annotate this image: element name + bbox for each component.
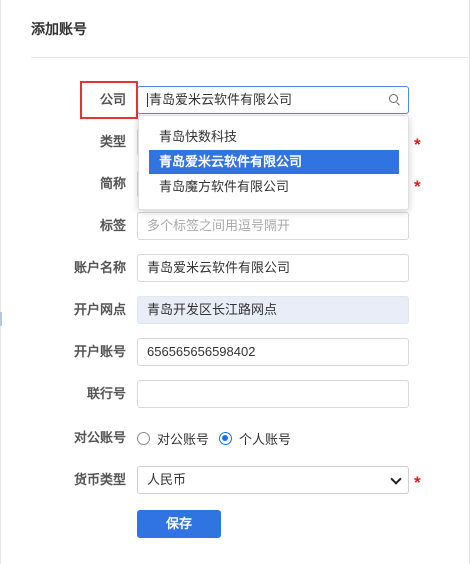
account-name-label: 账户名称 [73, 260, 126, 275]
branch-field[interactable]: 青岛开发区长江路网点 [137, 296, 409, 324]
short-name-required-mark: * [414, 177, 421, 196]
company-search-input[interactable]: 青岛爱米云软件有限公司 [137, 86, 409, 114]
company-option-selected[interactable]: 青岛爱米云软件有限公司 [149, 150, 399, 174]
company-input-value: 青岛爱米云软件有限公司 [149, 92, 293, 107]
currency-required-mark: * [414, 473, 421, 492]
account-number-label: 开户账号 [73, 344, 126, 359]
title-divider [31, 57, 470, 58]
window-left-border [0, 0, 1, 564]
edge-marker [0, 312, 2, 326]
personal-account-radio-label[interactable]: 个人账号 [239, 429, 291, 448]
company-dropdown-menu: 青岛快数科技 青岛爱米云软件有限公司 青岛魔方软件有限公司 [138, 115, 409, 210]
short-name-label: 简称 [99, 176, 126, 191]
account-number-input[interactable]: 656565656598402 [137, 338, 409, 366]
text-caret [147, 92, 148, 107]
account-kind-label: 对公账号 [73, 430, 126, 445]
branch-label: 开户网点 [73, 302, 126, 317]
chevron-down-icon [390, 473, 402, 485]
bank-code-input[interactable] [137, 380, 409, 408]
account-name-input[interactable]: 青岛爱米云软件有限公司 [137, 254, 409, 282]
company-label-highlight [80, 81, 138, 119]
company-option[interactable]: 青岛快数科技 [149, 125, 399, 149]
search-icon[interactable] [389, 94, 401, 106]
type-required-mark: * [414, 135, 421, 154]
currency-select[interactable]: 人民币 [137, 466, 409, 494]
tags-input[interactable]: 多个标签之间用逗号隔开 [137, 212, 409, 240]
type-label: 类型 [99, 134, 126, 149]
corporate-account-radio-label[interactable]: 对公账号 [157, 429, 209, 448]
dialog-title: 添加账号 [31, 21, 87, 37]
personal-account-radio[interactable] [219, 431, 233, 445]
tags-label: 标签 [99, 218, 126, 233]
currency-label: 货币类型 [73, 472, 126, 487]
save-button[interactable]: 保存 [137, 510, 221, 538]
bank-code-label: 联行号 [86, 386, 126, 401]
currency-select-value: 人民币 [147, 472, 187, 487]
account-kind-radio-group: 对公账号 个人账号 [137, 429, 301, 447]
corporate-account-radio[interactable] [137, 431, 150, 445]
company-option[interactable]: 青岛魔方软件有限公司 [149, 175, 399, 199]
